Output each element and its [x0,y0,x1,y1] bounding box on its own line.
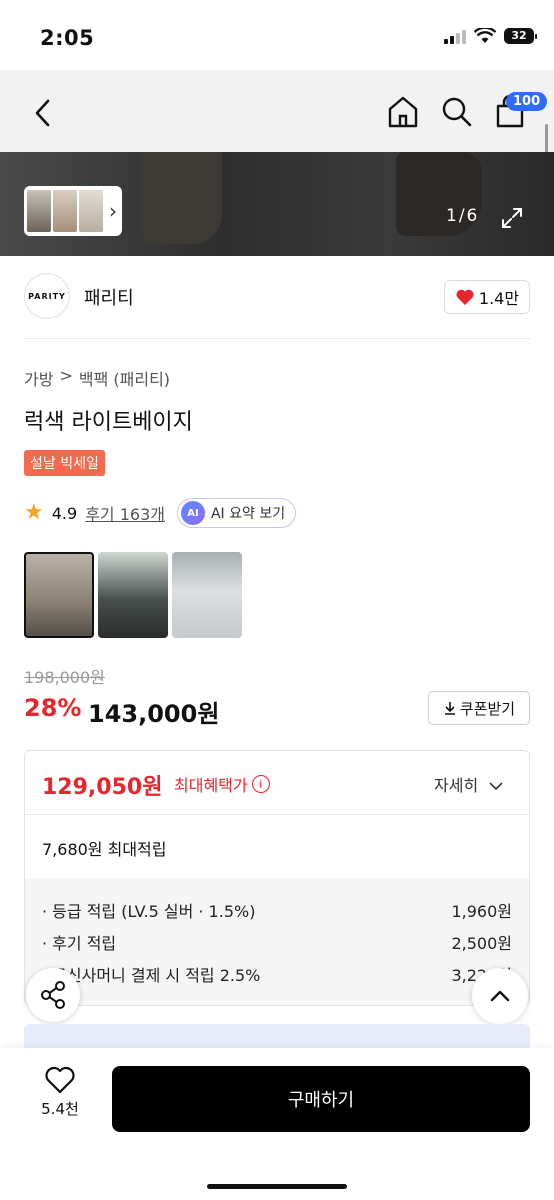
breadcrumb: 가방 > 백팩 (패리티) [24,366,170,390]
points-row-label: · 후기 적립 [42,934,117,953]
expand-icon[interactable] [500,206,524,230]
review-link[interactable]: 후기 163개 [85,501,165,525]
hero-boot-left [140,152,222,244]
share-button[interactable] [26,968,80,1022]
sale-badge: 설날 빅세일 [24,450,105,476]
coupon-button[interactable]: 쿠폰받기 [428,691,530,725]
heart-outline-icon [45,1066,75,1094]
points-row-value: 2,500원 [451,934,512,953]
brand-name[interactable]: 패리티 [84,284,134,310]
search-icon[interactable] [440,94,474,130]
gallery-thumb [53,190,77,232]
heart-filled-icon [456,289,474,305]
signal-icon [444,28,466,44]
brand-like-count: 1.4만 [478,289,520,308]
share-icon [41,981,65,1009]
color-option[interactable] [98,552,168,638]
status-time: 2:05 [40,26,95,50]
star-icon: ★ [24,500,44,525]
color-option-selected[interactable] [24,552,94,638]
max-benefit-label[interactable]: 최대혜택가 i [174,772,270,796]
back-icon[interactable] [28,95,58,131]
color-option[interactable] [172,552,242,638]
ai-summary-label: AI 요약 보기 [210,506,286,522]
original-price: 198,000원 [24,668,105,687]
benefit-detail-toggle[interactable]: 자세히 [434,772,503,796]
ai-icon: AI [180,501,205,525]
breadcrumb-category[interactable]: 가방 [24,366,53,390]
gallery-thumb [27,190,51,232]
rating-value: 4.9 [51,503,78,523]
brand-logo[interactable]: PARITY [24,273,70,319]
home-icon[interactable] [386,94,420,130]
points-row: · 후기 적립 2,500원 [42,930,512,954]
points-row: · 무신사머니 결제 시 적립 2.5% 3,220원 [42,962,512,986]
chevron-right-icon: › [109,199,117,223]
image-counter: 1/6 [446,206,480,226]
gallery-thumb [79,190,103,232]
cart-count-badge: 100 [506,92,548,111]
wifi-icon [474,28,496,43]
download-icon [444,702,455,715]
scroll-top-button[interactable] [472,968,528,1024]
divider [24,338,530,339]
wishlist-count: 5.4천 [41,1100,79,1118]
points-row: · 등급 적립 (LV.5 실버 · 1.5%) 1,960원 [42,898,512,922]
chevron-down-icon [489,782,503,791]
max-benefit-price: 129,050원 [42,775,163,800]
info-icon[interactable]: i [251,775,270,793]
wishlist-button[interactable]: 5.4천 [28,1066,92,1132]
battery-icon: 32 [504,28,537,44]
breadcrumb-subcategory[interactable]: 백팩 (패리티) [79,366,170,390]
max-benefit-label-text: 최대혜택가 [174,776,248,795]
discount-rate: 28% [24,694,82,722]
product-title: 럭색 라이트베이지 [24,410,193,435]
benefit-detail-label: 자세히 [434,776,479,795]
breadcrumb-separator: > [59,366,73,385]
points-row-label: · 등급 적립 (LV.5 실버 · 1.5%) [42,902,256,921]
points-row-value: 1,960원 [451,902,512,921]
coupon-label: 쿠폰받기 [459,699,516,718]
sale-price: 143,000원 [88,700,220,728]
ai-summary-button[interactable]: AI AI 요약 보기 [176,498,297,528]
max-points: 7,680원 최대적립 [42,840,167,859]
divider [24,814,530,815]
rating-row: ★ 4.9 후기 163개 AI AI 요약 보기 [24,498,297,528]
home-indicator [207,1184,347,1189]
chevron-up-icon [490,990,510,1002]
gallery-thumbnail-button[interactable]: › [24,186,122,236]
status-icons: 32 [444,28,537,44]
brand-like-button[interactable]: 1.4만 [444,280,530,314]
buy-button[interactable]: 구매하기 [112,1066,530,1132]
